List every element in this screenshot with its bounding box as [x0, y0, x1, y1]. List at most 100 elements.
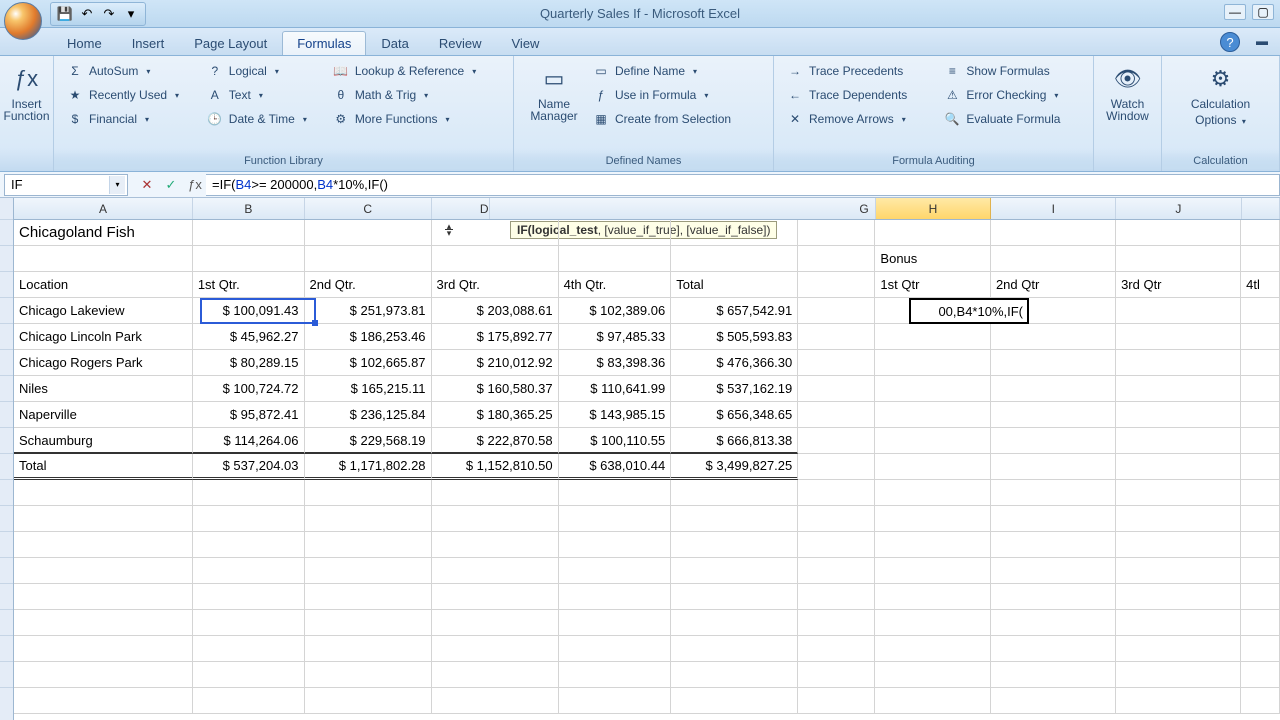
cell[interactable]: [1116, 298, 1241, 324]
cell[interactable]: [798, 350, 875, 376]
cell[interactable]: [875, 324, 991, 350]
cell[interactable]: [798, 376, 875, 402]
cell[interactable]: [991, 324, 1116, 350]
cell[interactable]: Naperville: [14, 402, 193, 428]
cell[interactable]: [875, 298, 991, 324]
cell[interactable]: [875, 454, 991, 480]
cell[interactable]: Chicago Lincoln Park: [14, 324, 193, 350]
cell[interactable]: $ 656,348.65: [671, 402, 798, 428]
cell[interactable]: [1241, 454, 1280, 480]
cell[interactable]: $ 80,289.15: [193, 350, 305, 376]
cell[interactable]: $ 657,542.91: [671, 298, 798, 324]
trace-precedents-button[interactable]: →Trace Precedents: [782, 60, 937, 82]
cell[interactable]: $ 537,162.19: [671, 376, 798, 402]
cell[interactable]: $ 251,973.81: [305, 298, 432, 324]
save-icon[interactable]: 💾: [55, 4, 75, 24]
financial-button[interactable]: $Financial▾: [62, 108, 200, 130]
office-button[interactable]: [4, 2, 42, 40]
maximize-button[interactable]: ▢: [1252, 4, 1274, 20]
col-c[interactable]: C: [305, 198, 432, 219]
remove-arrows-button[interactable]: ✕Remove Arrows▾: [782, 108, 937, 130]
cell[interactable]: Total: [14, 454, 193, 480]
cell[interactable]: $ 638,010.44: [559, 454, 672, 480]
cell[interactable]: [1116, 454, 1241, 480]
cell[interactable]: [798, 298, 875, 324]
cell[interactable]: Chicagoland Fish: [14, 220, 193, 246]
row-headers[interactable]: [0, 198, 14, 720]
cell[interactable]: $ 180,365.25: [432, 402, 559, 428]
show-formulas-button[interactable]: ≡Show Formulas: [939, 60, 1085, 82]
cell[interactable]: $ 95,872.41: [193, 402, 305, 428]
minimize-button[interactable]: —: [1224, 4, 1246, 20]
insert-function-icon[interactable]: ƒx: [184, 175, 206, 195]
cell[interactable]: [875, 350, 991, 376]
tab-view[interactable]: View: [497, 31, 555, 55]
math-trig-button[interactable]: θMath & Trig▾: [328, 84, 505, 106]
enter-icon[interactable]: ✓: [160, 175, 182, 195]
cell[interactable]: $ 100,110.55: [559, 428, 672, 454]
cell[interactable]: [1241, 350, 1280, 376]
column-headers[interactable]: A B C D G H I J: [14, 198, 1280, 220]
cell[interactable]: [798, 324, 875, 350]
cell[interactable]: $ 143,985.15: [559, 402, 672, 428]
cell[interactable]: [1116, 350, 1241, 376]
cell[interactable]: Bonus: [875, 246, 991, 272]
col-h[interactable]: H: [876, 198, 992, 219]
col-b[interactable]: B: [193, 198, 305, 219]
cell[interactable]: $ 210,012.92: [432, 350, 559, 376]
redo-icon[interactable]: ↷: [99, 4, 119, 24]
cell[interactable]: $ 666,813.38: [671, 428, 798, 454]
cell[interactable]: [991, 376, 1116, 402]
cell[interactable]: [1116, 402, 1241, 428]
help-button[interactable]: ?: [1220, 32, 1240, 52]
cell[interactable]: $ 114,264.06: [193, 428, 305, 454]
tab-review[interactable]: Review: [424, 31, 497, 55]
cell[interactable]: $ 102,389.06: [559, 298, 672, 324]
cell[interactable]: $ 537,204.03: [193, 454, 305, 480]
cell[interactable]: [1116, 428, 1241, 454]
cell[interactable]: [875, 428, 991, 454]
cell[interactable]: $ 100,091.43: [193, 298, 305, 324]
cell[interactable]: [991, 402, 1116, 428]
date-time-button[interactable]: 🕒Date & Time▾: [202, 108, 326, 130]
cell[interactable]: $ 222,870.58: [432, 428, 559, 454]
define-name-button[interactable]: ▭Define Name▾: [588, 60, 765, 82]
cell[interactable]: [798, 402, 875, 428]
cell[interactable]: [991, 454, 1116, 480]
cell[interactable]: [1116, 324, 1241, 350]
evaluate-formula-button[interactable]: 🔍Evaluate Formula: [939, 108, 1085, 130]
cell[interactable]: $ 100,724.72: [193, 376, 305, 402]
use-in-formula-button[interactable]: ƒUse in Formula▾: [588, 84, 765, 106]
cell[interactable]: [991, 428, 1116, 454]
cell[interactable]: [1241, 402, 1280, 428]
tab-formulas[interactable]: Formulas: [282, 31, 366, 55]
col-a[interactable]: A: [14, 198, 193, 219]
more-functions-button[interactable]: ⚙More Functions▾: [328, 108, 505, 130]
cell[interactable]: $ 175,892.77: [432, 324, 559, 350]
cell[interactable]: $ 165,215.11: [305, 376, 432, 402]
name-manager-button[interactable]: ▭ Name Manager: [522, 60, 586, 126]
cell[interactable]: $ 505,593.83: [671, 324, 798, 350]
cell[interactable]: $ 45,962.27: [193, 324, 305, 350]
logical-button[interactable]: ?Logical▾: [202, 60, 326, 82]
tab-page-layout[interactable]: Page Layout: [179, 31, 282, 55]
cell[interactable]: [1116, 376, 1241, 402]
undo-icon[interactable]: ↶: [77, 4, 97, 24]
create-from-selection-button[interactable]: ▦Create from Selection: [588, 108, 765, 130]
cell[interactable]: [798, 454, 875, 480]
name-box-dropdown-icon[interactable]: ▾: [109, 176, 125, 194]
cancel-icon[interactable]: ✕: [136, 175, 158, 195]
insert-function-button[interactable]: ƒx Insert Function: [8, 60, 45, 126]
cell[interactable]: $ 110,641.99: [559, 376, 672, 402]
cell[interactable]: $ 236,125.84: [305, 402, 432, 428]
cell[interactable]: $ 160,580.37: [432, 376, 559, 402]
cell[interactable]: $ 1,152,810.50: [432, 454, 559, 480]
cell[interactable]: $ 3,499,827.25: [671, 454, 798, 480]
calculation-options-button[interactable]: ⚙ Calculation Options ▾: [1170, 60, 1271, 130]
tab-data[interactable]: Data: [366, 31, 423, 55]
recently-used-button[interactable]: ★Recently Used▾: [62, 84, 200, 106]
tab-home[interactable]: Home: [52, 31, 117, 55]
cell[interactable]: Schaumburg: [14, 428, 193, 454]
cell[interactable]: $ 83,398.36: [559, 350, 672, 376]
cell[interactable]: Niles: [14, 376, 193, 402]
